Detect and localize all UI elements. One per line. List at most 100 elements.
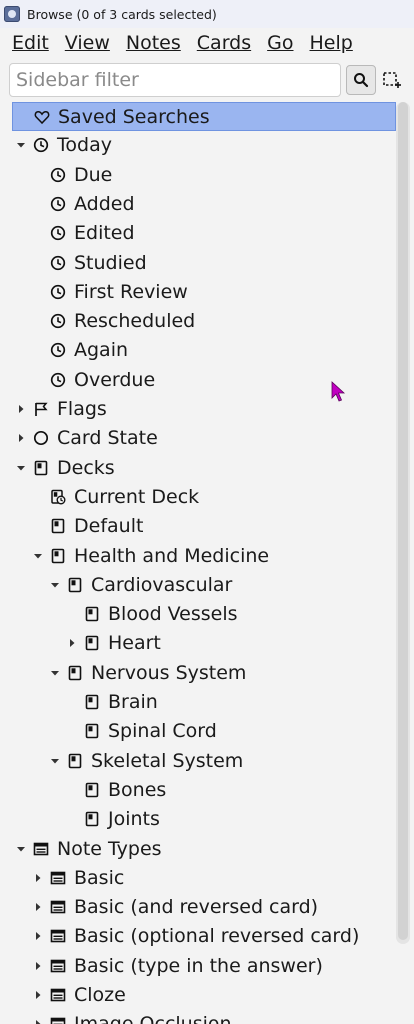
tree-item-blood-vessels[interactable]: Blood Vessels <box>12 600 396 629</box>
tree-item-label: Basic <box>74 866 125 889</box>
tree-item-card-state[interactable]: Card State <box>12 424 396 453</box>
menu-edit[interactable]: Edit <box>4 28 57 58</box>
chevron-down-icon[interactable] <box>16 140 26 150</box>
tree-item-basic-and-reversed-card[interactable]: Basic (and reversed card) <box>12 893 396 922</box>
menu-view[interactable]: View <box>57 28 118 58</box>
clock-icon <box>49 283 67 301</box>
tree-item-label: Nervous System <box>91 661 247 684</box>
deck-icon <box>83 810 101 828</box>
notetype-icon <box>49 927 67 945</box>
deck-icon <box>49 517 67 535</box>
tree-item-default[interactable]: Default <box>12 512 396 541</box>
circle-icon <box>32 429 50 447</box>
tree-item-edited[interactable]: Edited <box>12 219 396 248</box>
tree-item-image-occlusion[interactable]: Image Occlusion <box>12 1010 396 1024</box>
heart-icon <box>33 108 51 126</box>
deck-icon <box>83 605 101 623</box>
chevron-right-icon[interactable] <box>67 638 77 648</box>
tree-item-note-types[interactable]: Note Types <box>12 835 396 864</box>
tree-item-brain[interactable]: Brain <box>12 688 396 717</box>
chevron-right-icon[interactable] <box>33 1019 43 1024</box>
tree-item-label: Default <box>74 515 144 538</box>
menu-help[interactable]: Help <box>302 28 361 58</box>
tree-item-health-and-medicine[interactable]: Health and Medicine <box>12 542 396 571</box>
deck-icon <box>49 547 67 565</box>
title-bar: Browse (0 of 3 cards selected) <box>0 0 414 28</box>
tree-item-label: Brain <box>108 691 158 713</box>
notetype-icon <box>49 898 67 916</box>
tree-item-label: Blood Vessels <box>108 603 238 626</box>
tree-item-again[interactable]: Again <box>12 336 396 365</box>
deck-icon <box>66 752 84 770</box>
chevron-right-icon[interactable] <box>16 404 26 414</box>
notetype-icon <box>49 869 67 887</box>
tree-item-cardiovascular[interactable]: Cardiovascular <box>12 571 396 600</box>
tree-item-label: Flags <box>57 398 107 420</box>
tree-item-label: Today <box>57 134 112 157</box>
tree-item-label: Again <box>74 339 129 362</box>
vertical-scrollbar[interactable] <box>396 102 410 944</box>
tree-item-current-deck[interactable]: Current Deck <box>12 483 396 512</box>
menu-cards[interactable]: Cards <box>189 28 259 58</box>
tree-item-saved-searches[interactable]: Saved Searches <box>12 102 396 131</box>
tree-item-nervous-system[interactable]: Nervous System <box>12 659 396 688</box>
tree-item-label: Added <box>74 192 135 215</box>
tree-item-label: Image Occlusion <box>74 1010 232 1024</box>
search-button[interactable] <box>346 65 376 95</box>
chevron-right-icon[interactable] <box>16 433 26 443</box>
chevron-right-icon[interactable] <box>33 931 43 941</box>
tree-item-today[interactable]: Today <box>12 131 396 160</box>
chevron-right-icon[interactable] <box>33 961 43 971</box>
chevron-right-icon[interactable] <box>33 902 43 912</box>
scrollbar-thumb[interactable] <box>398 102 408 940</box>
tree-item-bones[interactable]: Bones <box>12 776 396 805</box>
chevron-down-icon[interactable] <box>16 844 26 854</box>
tree-item-label: Due <box>74 163 113 186</box>
sidebar-tree: Saved Searches Today Due Added Edited Studied… <box>0 102 414 1024</box>
chevron-down-icon[interactable] <box>33 551 43 561</box>
chevron-down-icon[interactable] <box>50 580 60 590</box>
tree-item-first-review[interactable]: First Review <box>12 278 396 307</box>
tree-item-label: Basic (and reversed card) <box>74 896 319 919</box>
flag-icon <box>32 400 50 418</box>
menu-notes[interactable]: Notes <box>118 28 189 58</box>
deck-icon <box>66 664 84 682</box>
chevron-down-icon[interactable] <box>50 756 60 766</box>
clock-icon <box>49 166 67 184</box>
tree-item-label: Health and Medicine <box>74 544 270 567</box>
chevron-down-icon[interactable] <box>16 463 26 473</box>
tree-item-label: Skeletal System <box>91 749 244 772</box>
chevron-down-icon[interactable] <box>50 668 60 678</box>
selection-tool-button[interactable] <box>380 68 404 92</box>
tree-item-rescheduled[interactable]: Rescheduled <box>12 307 396 336</box>
tree-item-cloze[interactable]: Cloze <box>12 981 396 1010</box>
deck-icon <box>83 722 101 740</box>
menu-go[interactable]: Go <box>259 28 301 58</box>
tree-item-basic[interactable]: Basic <box>12 864 396 893</box>
tree-item-label: Studied <box>74 251 147 274</box>
deck-icon <box>83 781 101 799</box>
tree-item-label: Basic (optional reversed card) <box>74 925 360 948</box>
tree-item-due[interactable]: Due <box>12 161 396 190</box>
sidebar-filter-input[interactable] <box>9 63 341 97</box>
tree-item-joints[interactable]: Joints <box>12 805 396 834</box>
tree-item-label: Cardiovascular <box>91 573 233 596</box>
selection-tool-icon <box>383 72 401 88</box>
tree-item-heart[interactable]: Heart <box>12 629 396 658</box>
chevron-right-icon[interactable] <box>33 990 43 1000</box>
tree-item-basic-optional-reversed-card[interactable]: Basic (optional reversed card) <box>12 922 396 951</box>
tree-item-basic-type-in-the-answer[interactable]: Basic (type in the answer) <box>12 952 396 981</box>
notetype-icon <box>49 986 67 1004</box>
app-icon <box>4 6 20 22</box>
tree-item-label: Decks <box>57 456 115 479</box>
tree-item-studied[interactable]: Studied <box>12 249 396 278</box>
tree-item-skeletal-system[interactable]: Skeletal System <box>12 747 396 776</box>
chevron-right-icon[interactable] <box>33 873 43 883</box>
current-deck-icon <box>49 488 67 506</box>
clock-icon <box>49 371 67 389</box>
deck-icon <box>83 693 101 711</box>
tree-item-spinal-cord[interactable]: Spinal Cord <box>12 717 396 746</box>
tree-item-added[interactable]: Added <box>12 190 396 219</box>
tree-item-decks[interactable]: Decks <box>12 454 396 483</box>
notetype-icon <box>49 1015 67 1024</box>
